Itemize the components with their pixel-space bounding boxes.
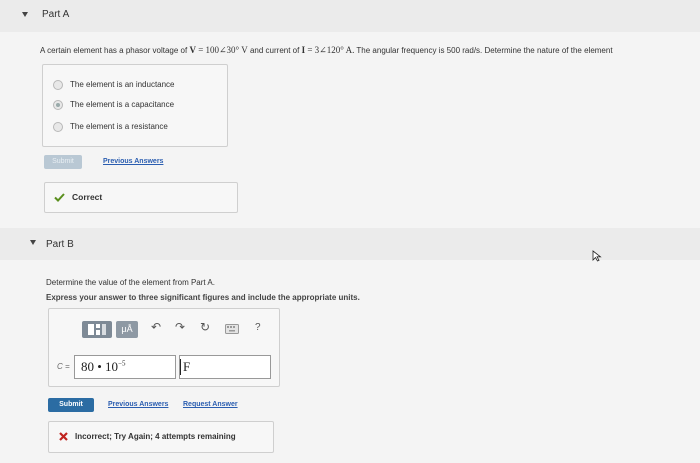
part-b-instruction: Determine the value of the element from … — [46, 278, 215, 287]
reset-icon[interactable]: ↻ — [200, 320, 210, 334]
unit-text: F — [183, 359, 191, 374]
keyboard-icon[interactable] — [225, 324, 239, 334]
mouse-cursor-icon — [592, 250, 602, 262]
collapse-triangle-icon[interactable] — [22, 12, 28, 17]
choices-box: The element is an inductance The element… — [42, 64, 228, 147]
part-a-question: A certain element has a phasor voltage o… — [40, 45, 695, 56]
part-b-feedback-text: Incorrect; Try Again; 4 attempts remaini… — [75, 432, 236, 441]
voltage-phasor: V = 100∠30° V — [189, 45, 248, 55]
templates-tool-button[interactable] — [82, 321, 112, 338]
units-input[interactable]: F — [179, 355, 271, 379]
part-b-submit-button[interactable]: Submit — [48, 398, 94, 412]
radio-inductance[interactable] — [53, 80, 63, 90]
incorrect-x-icon — [59, 432, 68, 441]
part-b-previous-answers-link[interactable]: Previous Answers — [108, 401, 168, 408]
part-a-header[interactable]: Part A — [0, 0, 700, 32]
part-a-feedback: Correct — [44, 182, 238, 213]
part-b-sig-figs-instruction: Express your answer to three significant… — [46, 293, 360, 302]
collapse-triangle-icon[interactable] — [30, 240, 36, 245]
units-tool-button[interactable]: μÅ — [116, 321, 138, 338]
part-b-feedback: Incorrect; Try Again; 4 attempts remaini… — [48, 421, 274, 453]
question-connector: and current of — [249, 46, 300, 55]
radio-resistance[interactable] — [53, 122, 63, 132]
part-a-previous-answers-link[interactable]: Previous Answers — [103, 158, 163, 165]
undo-icon[interactable]: ↶ — [151, 320, 161, 334]
radio-capacitance[interactable] — [53, 100, 63, 110]
template-grid-icon — [88, 324, 106, 335]
redo-icon[interactable]: ↷ — [175, 320, 185, 334]
help-icon[interactable]: ? — [255, 322, 261, 333]
part-a-title: Part A — [42, 9, 70, 20]
request-answer-link[interactable]: Request Answer — [183, 401, 238, 408]
current-phasor: I = 3∠120° A. — [301, 45, 355, 55]
part-a-submit-button[interactable]: Submit — [44, 155, 82, 169]
question-prefix: A certain element has a phasor voltage o… — [40, 46, 188, 55]
question-suffix: The angular frequency is 500 rad/s. Dete… — [356, 46, 613, 55]
answer-box: μÅ ↶ ↷ ↻ ? C = 80 • 10−5 F — [48, 308, 280, 387]
variable-label: C = — [57, 362, 70, 371]
part-b-title: Part B — [46, 239, 74, 250]
checkmark-icon — [54, 193, 65, 202]
text-caret — [180, 359, 181, 375]
part-a-feedback-text: Correct — [72, 192, 103, 202]
value-text: 80 • 10−5 — [81, 359, 126, 374]
value-input[interactable]: 80 • 10−5 — [74, 355, 176, 379]
